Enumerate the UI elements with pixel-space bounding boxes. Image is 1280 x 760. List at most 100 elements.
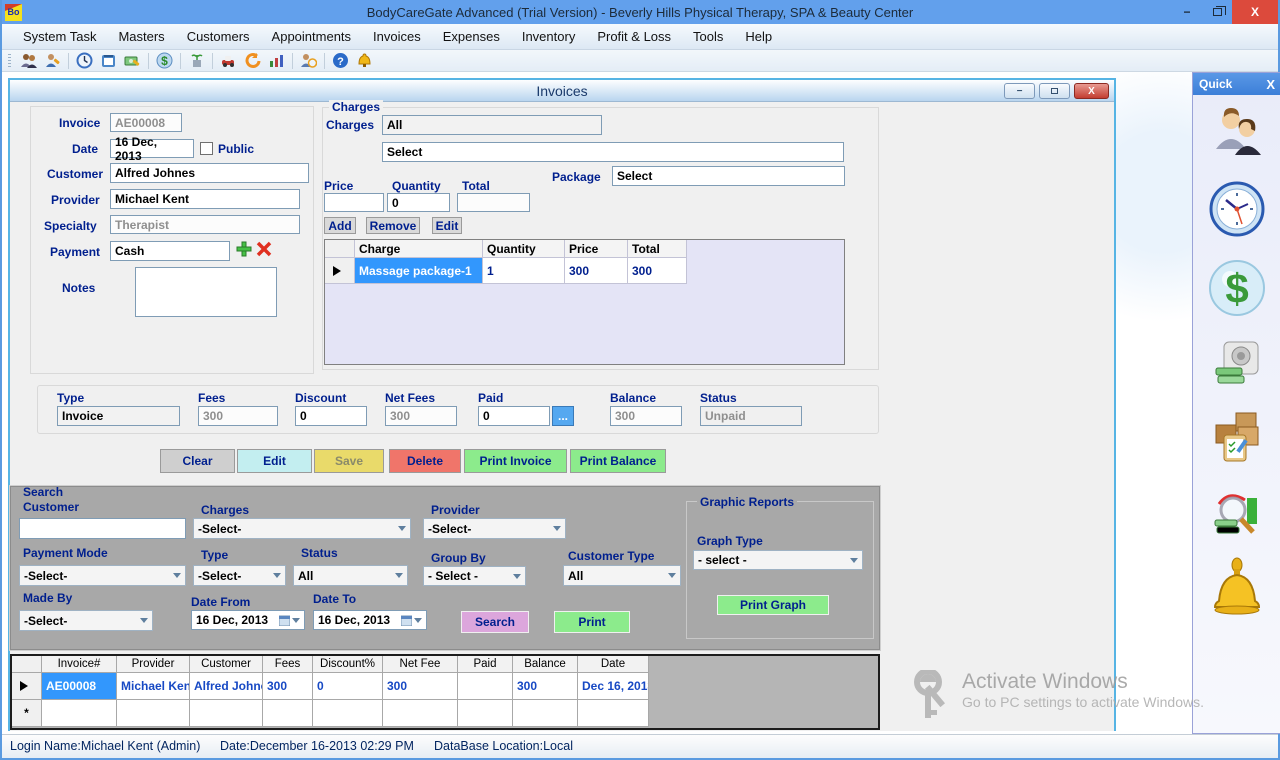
cell-fees[interactable]: 300 <box>263 673 313 700</box>
quick-reminders-icon[interactable] <box>1209 557 1265 624</box>
charges-filter-dropdown[interactable]: All <box>382 115 602 135</box>
package-dropdown[interactable]: Select <box>612 166 845 186</box>
inventory-icon[interactable] <box>188 52 205 69</box>
remove-charge-button[interactable]: Remove <box>366 217 420 234</box>
cell-charge[interactable]: Massage package-1 <box>355 258 483 284</box>
col-price[interactable]: Price <box>565 240 628 258</box>
graph-type-dropdown[interactable]: - select - <box>693 550 863 570</box>
menu-system-task[interactable]: System Task <box>12 24 107 50</box>
search-print-button[interactable]: Print <box>554 611 630 633</box>
quick-invoices-icon[interactable]: $ <box>1208 259 1266 322</box>
menu-profit-loss[interactable]: Profit & Loss <box>586 24 682 50</box>
expenses-icon[interactable]: $ <box>156 52 173 69</box>
cell-quantity[interactable]: 1 <box>483 258 565 284</box>
cell-invoice-number[interactable]: AE00008 <box>42 673 117 700</box>
menu-customers[interactable]: Customers <box>176 24 261 50</box>
menu-inventory[interactable]: Inventory <box>511 24 586 50</box>
menu-tools[interactable]: Tools <box>682 24 734 50</box>
col-net-fee[interactable]: Net Fee <box>383 656 458 673</box>
reports-icon[interactable] <box>268 52 285 69</box>
attendance-icon[interactable] <box>300 52 317 69</box>
col-provider[interactable]: Provider <box>117 656 190 673</box>
charges-grid-row[interactable]: Massage package-1 1 300 300 <box>325 258 844 284</box>
quick-appointments-icon[interactable] <box>1208 180 1266 243</box>
col-quantity[interactable]: Quantity <box>483 240 565 258</box>
cell-date[interactable]: Dec 16, 2013 <box>578 673 649 700</box>
date-from-picker[interactable]: 16 Dec, 2013 <box>191 610 305 630</box>
results-new-row[interactable]: * <box>12 700 878 727</box>
cell-total[interactable]: 300 <box>628 258 687 284</box>
restore-button[interactable] <box>1202 0 1232 24</box>
quick-expenses-icon[interactable] <box>1212 338 1262 393</box>
customers-icon[interactable] <box>20 52 37 69</box>
menu-appointments[interactable]: Appointments <box>261 24 363 50</box>
quick-customers-icon[interactable] <box>1211 107 1263 164</box>
delete-button[interactable]: Delete <box>389 449 461 473</box>
cell-discount[interactable]: 0 <box>313 673 383 700</box>
print-graph-button[interactable]: Print Graph <box>717 595 829 615</box>
price-field[interactable] <box>324 193 384 212</box>
col-charge[interactable]: Charge <box>355 240 483 258</box>
customer-field[interactable]: Alfred Johnes <box>110 163 309 183</box>
search-provider-dropdown[interactable]: -Select- <box>423 518 566 539</box>
paid-field[interactable]: 0 <box>478 406 550 426</box>
cell-net-fee[interactable]: 300 <box>383 673 458 700</box>
notes-field[interactable] <box>135 267 277 317</box>
help-icon[interactable]: ? <box>332 52 349 69</box>
public-checkbox[interactable] <box>200 142 213 155</box>
save-button[interactable]: Save <box>314 449 384 473</box>
menu-masters[interactable]: Masters <box>107 24 175 50</box>
charge-select-dropdown[interactable]: Select <box>382 142 844 162</box>
cell-balance[interactable]: 300 <box>513 673 578 700</box>
search-button[interactable]: Search <box>461 611 529 633</box>
cell-price[interactable]: 300 <box>565 258 628 284</box>
print-balance-button[interactable]: Print Balance <box>570 449 666 473</box>
search-charges-dropdown[interactable]: -Select- <box>193 518 411 539</box>
payment-mode-dropdown[interactable]: -Select- <box>19 565 186 586</box>
col-fees[interactable]: Fees <box>263 656 313 673</box>
cell-paid[interactable] <box>458 673 513 700</box>
discount-field[interactable]: 0 <box>295 406 367 426</box>
menu-help[interactable]: Help <box>734 24 783 50</box>
provider-dropdown[interactable]: Michael Kent <box>110 189 300 209</box>
menu-expenses[interactable]: Expenses <box>432 24 511 50</box>
date-to-picker[interactable]: 16 Dec, 2013 <box>313 610 427 630</box>
minimize-button[interactable]: − <box>1172 0 1202 24</box>
type-dropdown[interactable]: Invoice <box>57 406 180 426</box>
payment-dropdown[interactable]: Cash <box>110 241 230 261</box>
search-customer-field[interactable] <box>19 518 186 539</box>
col-customer[interactable]: Customer <box>190 656 263 673</box>
clear-button[interactable]: Clear <box>160 449 235 473</box>
quick-close-icon[interactable]: X <box>1266 77 1275 92</box>
print-invoice-button[interactable]: Print Invoice <box>464 449 567 473</box>
child-close-button[interactable]: X <box>1074 83 1109 99</box>
quick-inventory-icon[interactable] <box>1210 409 1264 468</box>
cell-provider[interactable]: Michael Kent <box>117 673 190 700</box>
edit-charge-button[interactable]: Edit <box>432 217 462 234</box>
results-row[interactable]: AE00008 Michael Kent Alfred Johnes 300 0… <box>12 673 878 700</box>
child-restore-button[interactable] <box>1039 83 1070 99</box>
invoices-window-titlebar[interactable]: Invoices − X <box>10 80 1114 102</box>
close-button[interactable]: X <box>1232 0 1278 24</box>
search-type-dropdown[interactable]: -Select- <box>193 565 286 586</box>
cell-customer[interactable]: Alfred Johnes <box>190 673 263 700</box>
refresh-icon[interactable] <box>244 52 261 69</box>
quick-panel-titlebar[interactable]: Quick X <box>1193 73 1280 95</box>
purchases-icon[interactable] <box>220 52 237 69</box>
quantity-field[interactable]: 0 <box>387 193 450 212</box>
menu-invoices[interactable]: Invoices <box>362 24 432 50</box>
masters-icon[interactable] <box>44 52 61 69</box>
reminders-icon[interactable] <box>356 52 373 69</box>
paid-browse-button[interactable]: ... <box>552 406 574 426</box>
made-by-dropdown[interactable]: -Select- <box>19 610 153 631</box>
quick-profit-loss-icon[interactable] <box>1211 484 1263 541</box>
appointments-icon[interactable] <box>76 52 93 69</box>
child-minimize-button[interactable]: − <box>1004 83 1035 99</box>
col-total[interactable]: Total <box>628 240 687 258</box>
add-charge-button[interactable]: Add <box>324 217 356 234</box>
edit-button[interactable]: Edit <box>237 449 312 473</box>
invoices-icon[interactable] <box>124 52 141 69</box>
col-paid[interactable]: Paid <box>458 656 513 673</box>
add-payment-icon[interactable] <box>236 241 252 260</box>
delete-payment-icon[interactable] <box>256 241 272 260</box>
